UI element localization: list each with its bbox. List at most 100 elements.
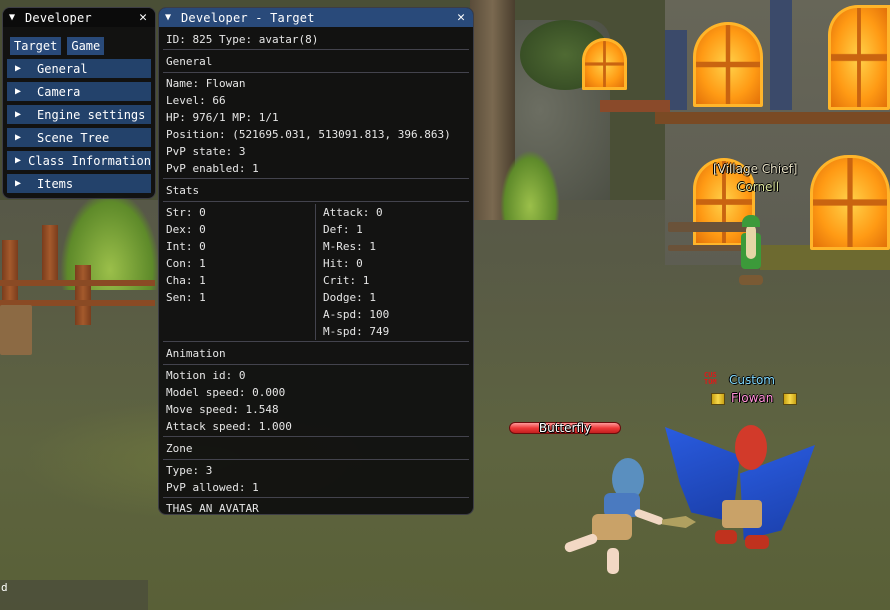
stat-row: Attack: 0 bbox=[323, 206, 383, 219]
monster-name-label[interactable]: Butterfly bbox=[539, 421, 591, 435]
bench bbox=[0, 305, 32, 355]
stat-row: A-spd: 100 bbox=[323, 308, 390, 321]
player-shoe bbox=[715, 530, 737, 544]
general-row: HP: 976/1 MP: 1/1 bbox=[166, 111, 279, 124]
house-pillar bbox=[665, 30, 687, 110]
game-button[interactable]: Game bbox=[67, 37, 105, 55]
general-row: Level: 66 bbox=[166, 94, 226, 107]
expand-arrow-icon: ▶ bbox=[15, 109, 22, 120]
rank-wing-left-icon bbox=[711, 393, 725, 405]
player-shoe bbox=[745, 535, 769, 549]
section-label: Engine settings bbox=[37, 107, 146, 122]
window-title: Developer - Target bbox=[181, 10, 315, 25]
separator bbox=[163, 72, 469, 73]
chat-box[interactable] bbox=[0, 580, 148, 610]
general-row: Name: Flowan bbox=[166, 77, 246, 90]
general-row: PvP state: 3 bbox=[166, 145, 246, 158]
fence-post bbox=[42, 225, 58, 285]
stat-row: Sen: 1 bbox=[166, 291, 206, 304]
section-label: Scene Tree bbox=[37, 130, 110, 145]
zone-row: Type: 3 bbox=[166, 464, 213, 477]
glowing-window bbox=[810, 155, 890, 250]
chat-text: d bbox=[1, 581, 8, 594]
stat-row: Str: 0 bbox=[166, 206, 206, 219]
stats-column-attributes: Str: 0 Dex: 0 Int: 0 Con: 1 Cha: 1 Sen: … bbox=[163, 204, 316, 340]
monster-leg bbox=[607, 548, 619, 574]
fence-post bbox=[75, 265, 91, 325]
house-beam bbox=[655, 112, 890, 124]
stat-row: Cha: 1 bbox=[166, 274, 206, 287]
house-beam bbox=[600, 100, 670, 112]
separator bbox=[163, 364, 469, 365]
stat-row: M-spd: 749 bbox=[323, 325, 390, 338]
section-engine-settings[interactable]: ▶ Engine settings bbox=[7, 105, 151, 124]
section-label: General bbox=[37, 61, 88, 76]
section-camera[interactable]: ▶ Camera bbox=[7, 82, 151, 101]
npc-name-label[interactable]: Cornell bbox=[737, 180, 779, 194]
general-row: PvP enabled: 1 bbox=[166, 162, 259, 175]
general-rows: Name: Flowan Level: 66 HP: 976/1 MP: 1/1… bbox=[163, 75, 469, 177]
target-id-line: ID: 825 Type: avatar(8) bbox=[166, 33, 319, 46]
stat-row: Hit: 0 bbox=[323, 257, 363, 270]
developer-window-title-bar[interactable]: ▼ Developer ✕ bbox=[3, 8, 155, 27]
general-row: Position: (521695.031, 513091.813, 396.8… bbox=[166, 128, 451, 141]
animation-row: Move speed: 1.548 bbox=[166, 403, 279, 416]
npc-title-label: [Village Chief] bbox=[713, 162, 798, 176]
developer-target-window[interactable]: ▼ Developer - Target ✕ ID: 825 Type: ava… bbox=[158, 7, 474, 515]
target-window-body: ID: 825 Type: avatar(8) General Name: Fl… bbox=[159, 31, 473, 515]
zone-rows: Type: 3 PvP allowed: 1 bbox=[163, 462, 469, 496]
close-icon[interactable]: ✕ bbox=[455, 10, 467, 25]
monster-butterfly[interactable] bbox=[562, 458, 697, 574]
player-shorts bbox=[722, 500, 762, 528]
collapse-triangle-icon[interactable]: ▼ bbox=[165, 12, 177, 23]
expand-arrow-icon: ▶ bbox=[15, 63, 22, 74]
monster-shorts bbox=[592, 514, 632, 540]
separator bbox=[163, 178, 469, 179]
stat-row: Crit: 1 bbox=[323, 274, 370, 287]
section-class-information[interactable]: ▶ Class Information bbox=[7, 151, 151, 170]
stat-row: Dex: 0 bbox=[166, 223, 206, 236]
window-title: Developer bbox=[25, 10, 92, 25]
close-icon[interactable]: ✕ bbox=[137, 10, 149, 25]
expand-arrow-icon: ▶ bbox=[15, 155, 22, 166]
animation-row: Attack speed: 1.000 bbox=[166, 420, 292, 433]
section-items[interactable]: ▶ Items bbox=[7, 174, 151, 193]
separator bbox=[163, 341, 469, 342]
section-general[interactable]: ▶ General bbox=[7, 59, 151, 78]
stat-row-empty bbox=[163, 323, 315, 340]
separator bbox=[163, 49, 469, 50]
section-label: Class Information bbox=[28, 153, 151, 168]
section-label: Camera bbox=[37, 84, 81, 99]
npc-village-chief[interactable] bbox=[735, 215, 767, 287]
monster-weapon bbox=[662, 516, 696, 528]
animation-row: Motion id: 0 bbox=[166, 369, 246, 382]
monster-hp-bar: Butterfly bbox=[509, 422, 621, 434]
guild-emblem-icon: CUS TOM bbox=[704, 372, 717, 386]
developer-tabs: Target Game bbox=[3, 27, 155, 57]
collapse-triangle-icon[interactable]: ▼ bbox=[9, 12, 21, 23]
stat-row: Dodge: 1 bbox=[323, 291, 376, 304]
player-guild-label: Custom bbox=[729, 373, 775, 387]
target-window-title-bar[interactable]: ▼ Developer - Target ✕ bbox=[159, 8, 473, 27]
player-name-label[interactable]: Flowan bbox=[731, 391, 773, 405]
stat-row: Con: 1 bbox=[166, 257, 206, 270]
npc-beard bbox=[746, 225, 756, 259]
glowing-window bbox=[582, 38, 627, 90]
monster-arm bbox=[633, 508, 665, 526]
glowing-window bbox=[693, 22, 763, 107]
target-footer-text: THAS AN AVATAR bbox=[166, 502, 259, 515]
stats-header: Stats bbox=[166, 184, 200, 197]
expand-arrow-icon: ▶ bbox=[15, 86, 22, 97]
stat-row: M-Res: 1 bbox=[323, 240, 376, 253]
target-button[interactable]: Target bbox=[10, 37, 62, 55]
fence-rail bbox=[0, 280, 155, 286]
section-scene-tree[interactable]: ▶ Scene Tree bbox=[7, 128, 151, 147]
developer-sections: ▶ General ▶ Camera ▶ Engine settings ▶ S… bbox=[3, 57, 155, 193]
npc-hat bbox=[742, 215, 760, 227]
stats-table: Str: 0 Dex: 0 Int: 0 Con: 1 Cha: 1 Sen: … bbox=[163, 204, 469, 340]
section-label: Items bbox=[37, 176, 74, 191]
npc-boots bbox=[739, 275, 763, 285]
developer-window[interactable]: ▼ Developer ✕ Target Game ▶ General ▶ Ca… bbox=[2, 7, 156, 199]
expand-arrow-icon: ▶ bbox=[15, 132, 22, 143]
expand-arrow-icon: ▶ bbox=[15, 178, 22, 189]
